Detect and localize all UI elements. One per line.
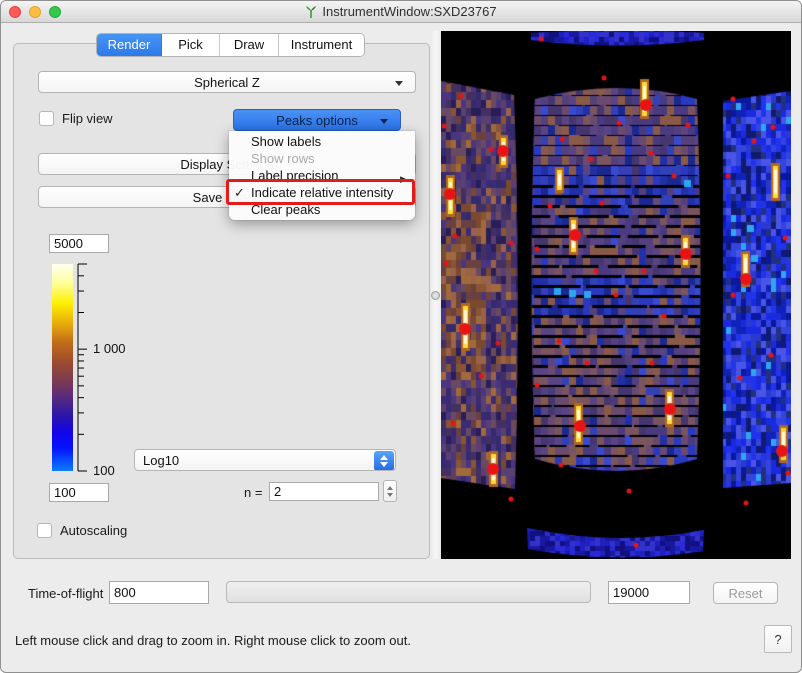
scale-type-combo[interactable]: Log10 — [134, 449, 396, 471]
menu-item-show-rows: Show rows — [229, 150, 415, 167]
instrument-render[interactable] — [441, 31, 791, 559]
tof-label: Time-of-flight — [28, 586, 103, 601]
reset-label: Reset — [729, 586, 763, 601]
status-message: Left mouse click and drag to zoom in. Ri… — [15, 633, 411, 648]
help-label: ? — [774, 632, 781, 647]
autoscaling-row: Autoscaling — [37, 523, 127, 538]
window-title: InstrumentWindow:SXD23767 — [322, 4, 496, 19]
colorbar-tick-label: 1 000 — [93, 341, 126, 356]
tof-min-input[interactable] — [109, 581, 209, 604]
scale-max-input[interactable] — [49, 234, 109, 253]
label-precision-text: Label precision — [251, 168, 338, 183]
peaks-options-label: Peaks options — [276, 113, 358, 128]
combo-stepper-icon — [374, 451, 394, 471]
menu-item-clear-peaks[interactable]: Clear peaks — [229, 201, 415, 218]
reset-button[interactable]: Reset — [713, 582, 778, 604]
minimize-button[interactable] — [29, 6, 41, 18]
tof-slider[interactable] — [226, 581, 591, 603]
tab-pick[interactable]: Pick — [162, 34, 220, 56]
help-button[interactable]: ? — [764, 625, 792, 653]
stepper-up-icon — [387, 486, 393, 490]
power-label: n = — [244, 485, 262, 500]
menu-item-indicate-relative-intensity[interactable]: ✓ Indicate relative intensity — [229, 184, 415, 201]
menu-item-show-labels[interactable]: Show labels — [229, 133, 415, 150]
tab-draw[interactable]: Draw — [220, 34, 279, 56]
chevron-down-icon — [395, 81, 403, 86]
autoscaling-label: Autoscaling — [60, 523, 127, 538]
colorbar[interactable] — [52, 264, 73, 471]
projection-combo[interactable]: Spherical Z — [38, 71, 416, 93]
menu-item-label-precision[interactable]: Label precision ▶ — [229, 167, 415, 184]
checkmark-icon: ✓ — [234, 184, 245, 201]
flip-view-row: Flip view — [39, 111, 113, 126]
close-button[interactable] — [9, 6, 21, 18]
power-stepper[interactable] — [383, 480, 397, 502]
mantid-icon — [305, 5, 317, 19]
instrument-window: InstrumentWindow:SXD23767 Render Pick Dr… — [0, 0, 802, 673]
colorbar-tick-label: 100 — [93, 463, 115, 478]
stepper-down-icon — [387, 493, 393, 497]
power-input[interactable] — [269, 482, 379, 501]
chevron-down-icon — [380, 119, 388, 124]
peaks-options-button[interactable]: Peaks options — [233, 109, 401, 131]
splitter-handle-icon[interactable] — [431, 291, 440, 300]
scale-type-value: Log10 — [143, 453, 179, 468]
tab-render[interactable]: Render — [97, 34, 162, 56]
zoom-button[interactable] — [49, 6, 61, 18]
tab-bar: Render Pick Draw Instrument — [96, 33, 365, 57]
title-bar: InstrumentWindow:SXD23767 — [1, 1, 801, 23]
stepper-down-icon — [380, 462, 388, 467]
peaks-options-menu: Show labels Show rows Label precision ▶ … — [229, 131, 415, 220]
flip-view-label: Flip view — [62, 111, 113, 126]
indicate-relative-intensity-text: Indicate relative intensity — [251, 185, 393, 200]
stepper-up-icon — [380, 455, 388, 460]
colorbar-axis: 1 000 100 — [73, 262, 163, 476]
flip-view-checkbox[interactable] — [39, 111, 54, 126]
tof-max-input[interactable] — [608, 581, 690, 604]
autoscaling-checkbox[interactable] — [37, 523, 52, 538]
scale-min-input[interactable] — [49, 483, 109, 502]
projection-value: Spherical Z — [194, 75, 260, 90]
tab-instrument[interactable]: Instrument — [279, 34, 364, 56]
